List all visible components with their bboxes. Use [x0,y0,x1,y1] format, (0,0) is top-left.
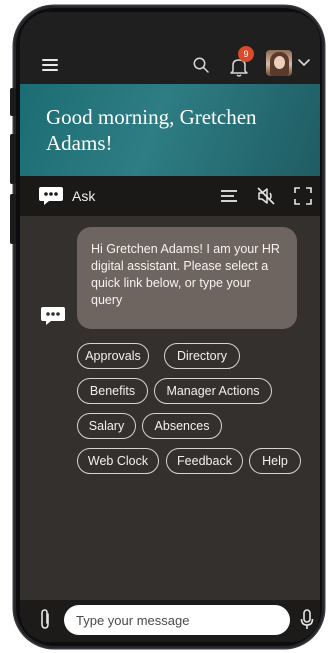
search-icon[interactable] [192,56,210,74]
quick-link-salary[interactable]: Salary [77,413,136,439]
greeting-text: Good morning, Gretchen Adams! [46,105,257,155]
quick-link-feedback[interactable]: Feedback [166,448,243,474]
quick-link-approvals[interactable]: Approvals [77,343,149,369]
paperclip-icon[interactable] [38,608,52,630]
quick-link-benefits[interactable]: Benefits [77,378,148,404]
user-avatar[interactable] [266,50,292,76]
message-composer [20,600,320,642]
chevron-down-icon[interactable] [298,57,310,67]
ask-bar: Ask [20,176,320,216]
quick-link-web-clock[interactable]: Web Clock [77,448,159,474]
phone-screen: 9 Good morning, Gretchen Adams! Ask Hi G… [20,12,320,642]
notification-badge: 9 [238,46,254,62]
phone-volume-down [10,194,16,244]
chat-bubble-icon [39,187,63,205]
phone-volume-up [10,134,16,184]
notifications-button[interactable]: 9 [228,46,254,77]
ask-label: Ask [72,188,96,204]
speaker-mute-icon[interactable] [256,186,276,206]
message-input[interactable] [64,605,290,635]
fullscreen-icon[interactable] [294,187,312,205]
bot-message-bubble: Hi Gretchen Adams! I am your HR digital … [77,227,297,329]
bot-avatar-icon [41,307,65,325]
microphone-icon[interactable] [300,609,314,631]
quick-link-directory[interactable]: Directory [164,343,240,369]
quick-link-help[interactable]: Help [249,448,301,474]
quick-link-manager-actions[interactable]: Manager Actions [154,378,272,404]
quick-link-absences[interactable]: Absences [142,413,222,439]
menu-lines-icon[interactable] [220,188,238,204]
hamburger-menu-icon[interactable] [42,59,58,71]
top-bar: 9 [20,12,320,84]
phone-side-button [10,88,16,116]
greeting-banner: Good morning, Gretchen Adams! [20,84,320,176]
